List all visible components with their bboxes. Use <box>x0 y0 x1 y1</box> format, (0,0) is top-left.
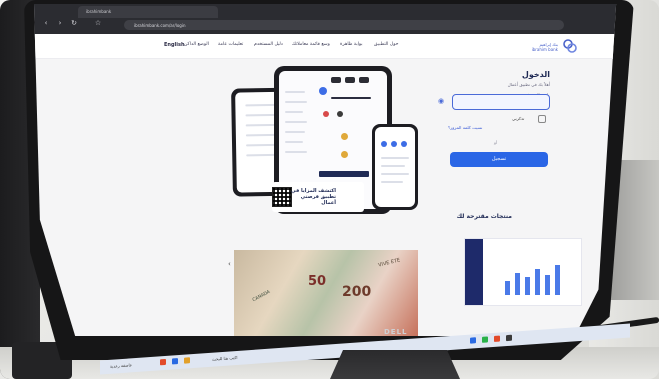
banknote-canada: CANADA <box>251 289 272 304</box>
app-icon[interactable] <box>470 337 476 344</box>
taskbar-weather[interactable]: عاصفة رعدية <box>110 362 132 369</box>
tab-title: ibrahimbank <box>86 9 112 14</box>
promo-text: اكتشف المزايا في تطبيق فرصتي أعمال <box>290 188 336 206</box>
suggested-products-title: منتجات مقترحة لك <box>456 213 512 220</box>
banknotes-image: 50 200 CANADA VIVE ETE <box>234 250 418 336</box>
login-button[interactable]: تسجيل <box>450 152 548 167</box>
nav-about-app[interactable]: حول التطبيق <box>374 42 398 47</box>
nav-dark-mode[interactable]: الوضع الداكن <box>184 42 209 47</box>
password-field[interactable] <box>452 94 550 110</box>
browser-tab[interactable]: ibrahimbank <box>78 6 218 18</box>
nav-transactions[interactable]: وسع قائمة معاملاتك <box>292 42 330 47</box>
banknote-200: 200 <box>342 284 372 300</box>
app-icon[interactable] <box>506 334 512 342</box>
nav-user-guide[interactable]: دليل المستخدم <box>254 42 283 47</box>
monitor-screen: ibrahimbank ‹ › ↻ ☆ ibrahimbank.com/ar/l… <box>34 4 617 336</box>
monitor-brand-logo: DELL <box>384 328 408 336</box>
browser-chrome: ibrahimbank ‹ › ↻ ☆ ibrahimbank.com/ar/l… <box>34 4 617 34</box>
remember-label: تذكرني <box>512 116 525 121</box>
remember-checkbox[interactable] <box>538 115 546 123</box>
reload-icon[interactable]: ↻ <box>70 19 78 27</box>
app-icon[interactable] <box>172 358 178 365</box>
nav-general-instructions[interactable]: تعليمات عامة <box>218 42 243 47</box>
login-subtitle: أهلاً بك في تطبيق أعمال <box>507 82 550 87</box>
url-text: ibrahimbank.com/ar/login <box>134 23 186 28</box>
nav-portal[interactable]: بوابة ظاهرة <box>340 42 363 47</box>
monitor-stand <box>330 350 460 379</box>
carousel-prev-icon[interactable]: ‹ <box>228 260 231 268</box>
forgot-password-link[interactable]: نسيت كلمة المرور؟ <box>448 125 482 130</box>
star-icon[interactable]: ☆ <box>94 19 102 27</box>
app-icon[interactable] <box>184 357 190 364</box>
eye-icon[interactable]: ◉ <box>438 97 444 105</box>
forward-icon[interactable]: › <box>56 19 64 27</box>
photo: ibrahimbank ‹ › ↻ ☆ ibrahimbank.com/ar/l… <box>0 0 659 379</box>
phone-image <box>372 124 418 210</box>
app-icon[interactable] <box>494 335 500 342</box>
banknote-50: 50 <box>308 274 327 289</box>
language-toggle[interactable]: English <box>164 42 185 48</box>
app-icon[interactable] <box>482 336 488 343</box>
app-icon[interactable] <box>160 358 166 366</box>
or-divider: أو <box>494 140 498 145</box>
dashboard-preview-image <box>464 238 582 306</box>
qr-code-icon <box>272 187 292 207</box>
bank-logo-icon[interactable] <box>562 38 578 54</box>
login-title: الدخول <box>521 70 550 79</box>
taskbar-search[interactable]: اكتب هنا للبحث <box>212 355 238 362</box>
address-bar[interactable]: ibrahimbank.com/ar/login <box>124 20 564 30</box>
back-icon[interactable]: ‹ <box>42 19 50 27</box>
banknote-vive: VIVE ETE <box>377 257 401 269</box>
logo-text: بنك إبراهيم ibrahim bank <box>532 42 558 52</box>
logo-text-en: ibrahim bank <box>531 47 558 52</box>
